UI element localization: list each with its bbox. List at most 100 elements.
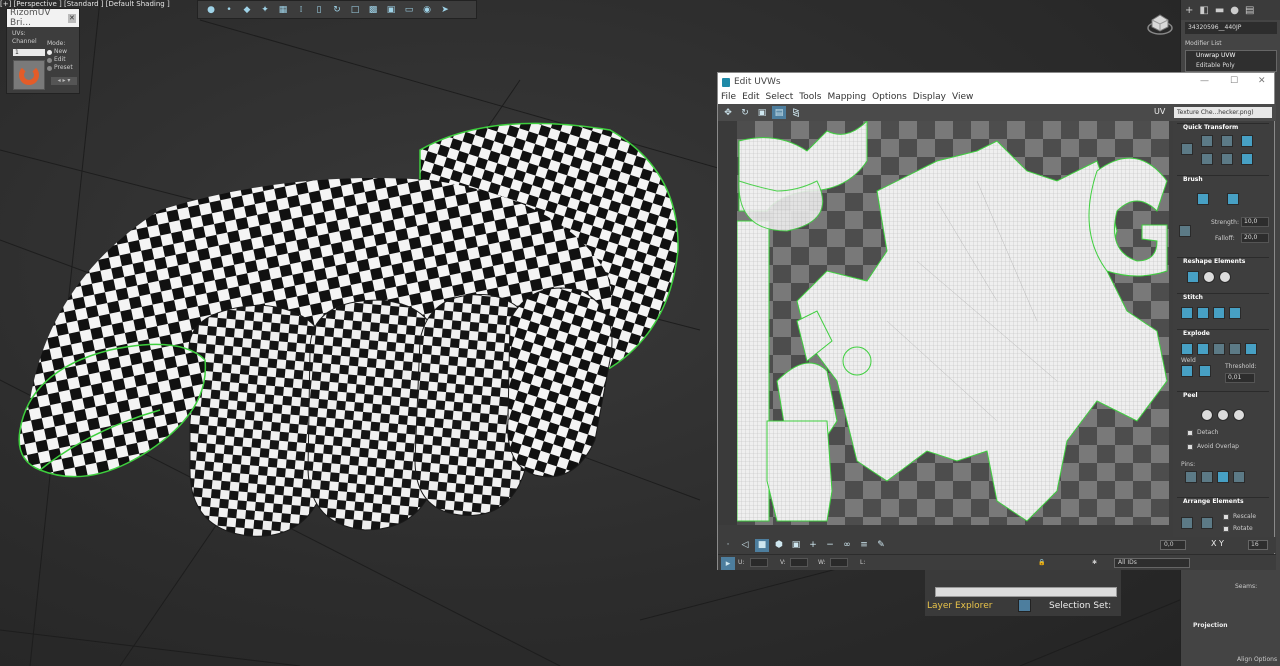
pen-icon[interactable]: ✎ — [874, 539, 888, 552]
material-id-dropdown[interactable]: All IDs — [1114, 558, 1190, 568]
brush-line-icon[interactable] — [1179, 225, 1191, 237]
absolute-mode-icon[interactable]: ▸ — [721, 557, 735, 570]
display-tab-icon[interactable]: ▤ — [1245, 5, 1254, 16]
element-icon[interactable]: ⬢ — [772, 539, 786, 552]
modifier-list-dropdown[interactable]: Modifier List — [1185, 40, 1222, 47]
quick-transform-icon[interactable] — [1201, 153, 1213, 165]
edge-icon[interactable]: ◁ — [738, 539, 752, 552]
weld-icon[interactable] — [1199, 365, 1211, 377]
reshape-elements-rollout[interactable]: Reshape Elements — [1177, 257, 1269, 267]
select-icon[interactable]: ◆ — [240, 4, 254, 16]
shrink-icon[interactable]: − — [823, 539, 837, 552]
stitch-rollout[interactable]: Stitch — [1177, 293, 1269, 303]
relax-brush-icon[interactable] — [1227, 193, 1239, 205]
box-icon[interactable]: ▣ — [384, 4, 398, 16]
explode-rollout[interactable]: Explode — [1177, 329, 1269, 339]
projection-rollout-title[interactable]: Projection — [1185, 622, 1277, 632]
frame-icon[interactable]: ▦ — [276, 4, 290, 16]
menu-edit[interactable]: Edit — [742, 91, 759, 104]
zoom-field[interactable]: 0,0 — [1160, 540, 1186, 550]
grid-icon[interactable]: ▩ — [366, 4, 380, 16]
rotate-icon[interactable]: ↻ — [738, 106, 752, 119]
straighten-icon[interactable] — [1187, 271, 1199, 283]
stitch-icon[interactable] — [1181, 307, 1193, 319]
quick-transform-icon[interactable] — [1241, 135, 1253, 147]
vertex-icon[interactable]: · — [721, 539, 735, 552]
relax-by-polygon-icon[interactable] — [1219, 271, 1231, 283]
layers-icon[interactable] — [1018, 599, 1031, 612]
relax-icon[interactable] — [1203, 271, 1215, 283]
edit-uvws-title-bar[interactable]: Edit UVWs — ☐ ✕ — [718, 73, 1274, 91]
rescale-checkbox[interactable] — [1223, 514, 1229, 520]
mode-radio-preset[interactable]: Preset — [47, 64, 73, 72]
mode-radio-new[interactable]: New — [47, 48, 73, 56]
falloff-spinner[interactable]: 20,0 — [1241, 233, 1269, 243]
explode-icon[interactable] — [1197, 343, 1209, 355]
viewcube-icon[interactable] — [1146, 10, 1174, 36]
quick-transform-icon[interactable] — [1221, 135, 1233, 147]
brush-icon[interactable] — [1197, 193, 1209, 205]
dot-icon[interactable]: • — [222, 4, 236, 16]
ring-icon[interactable]: ≡ — [857, 539, 871, 552]
mirror-icon[interactable]: ⧎ — [789, 106, 803, 119]
motion-tab-icon[interactable]: ● — [1230, 5, 1239, 16]
preset-arrows[interactable]: ◂ ▸ ▾ — [51, 77, 77, 85]
rotate-icon[interactable]: ↻ — [330, 4, 344, 16]
u-field[interactable] — [750, 558, 768, 567]
explode-icon[interactable] — [1229, 343, 1241, 355]
rizomuv-title-bar[interactable]: RizomUV Bri... ✕ — [7, 8, 79, 28]
weld-icon[interactable] — [1181, 365, 1193, 377]
maximize-icon[interactable]: ☐ — [1230, 76, 1238, 86]
polygon-icon[interactable]: ■ — [755, 538, 769, 552]
stitch-icon[interactable] — [1213, 307, 1225, 319]
uv-label[interactable]: UV — [1154, 107, 1165, 116]
explode-icon[interactable] — [1213, 343, 1225, 355]
rizomuv-logo-button[interactable] — [13, 60, 45, 90]
stitch-icon[interactable] — [1197, 307, 1209, 319]
w-field[interactable] — [830, 558, 848, 567]
freeze-icon[interactable]: ✱ — [1092, 559, 1097, 566]
modifier-unwrap-uvw[interactable]: Unwrap UVW — [1186, 51, 1276, 61]
fist-model[interactable] — [10, 110, 690, 550]
bars-icon[interactable]: ⁞ — [294, 4, 308, 16]
lock-icon[interactable]: 🔒 — [1038, 559, 1045, 566]
quick-transform-icon[interactable] — [1221, 153, 1233, 165]
threshold-spinner[interactable]: 0,01 — [1225, 373, 1255, 383]
strength-spinner[interactable]: 10,0 — [1241, 217, 1269, 227]
grow-icon[interactable]: + — [806, 539, 820, 552]
document-icon[interactable]: ▯ — [312, 4, 326, 16]
menu-select[interactable]: Select — [766, 91, 794, 104]
mode-radio-edit[interactable]: Edit — [47, 56, 73, 64]
quick-transform-icon[interactable] — [1201, 135, 1213, 147]
explode-icon[interactable] — [1245, 343, 1257, 355]
pin-icon[interactable] — [1201, 471, 1213, 483]
close-icon[interactable]: ✕ — [1258, 76, 1266, 86]
brush-icon[interactable]: ✦ — [258, 4, 272, 16]
channel-spinner[interactable]: 1 — [13, 49, 45, 56]
pack-icon[interactable] — [1201, 517, 1213, 529]
stitch-icon[interactable] — [1229, 307, 1241, 319]
v-field[interactable] — [790, 558, 808, 567]
viewport-label[interactable]: [+] [Perspective ] [Standard ] [Default … — [0, 0, 170, 8]
scale-icon[interactable]: ▣ — [755, 106, 769, 119]
layer-explorer-label[interactable]: Layer Explorer — [927, 601, 992, 611]
uv-editor-canvas[interactable] — [737, 121, 1169, 525]
square-icon[interactable]: □ — [348, 4, 362, 16]
explode-icon[interactable] — [1181, 343, 1193, 355]
peel-rollout[interactable]: Peel — [1177, 391, 1269, 401]
modifier-editable-poly[interactable]: Editable Poly — [1186, 61, 1276, 71]
modify-tab-icon[interactable]: ◧ — [1199, 5, 1208, 16]
freeform-icon[interactable]: ▤ — [772, 106, 786, 119]
arrange-elements-rollout[interactable]: Arrange Elements — [1177, 497, 1269, 507]
pin-icon[interactable] — [1185, 471, 1197, 483]
xy-label[interactable]: X Y — [1211, 539, 1224, 548]
align-icon[interactable] — [1181, 143, 1193, 155]
rotate-checkbox[interactable] — [1223, 526, 1229, 532]
loop-icon[interactable]: ∞ — [840, 539, 854, 552]
reset-peel-icon[interactable] — [1233, 409, 1245, 421]
menu-view[interactable]: View — [952, 91, 973, 104]
selection-set-label[interactable]: Selection Set: — [1049, 601, 1111, 611]
move-icon[interactable]: ✥ — [721, 106, 735, 119]
pin-icon[interactable]: ● — [204, 4, 218, 16]
quick-transform-rollout[interactable]: Quick Transform — [1177, 123, 1269, 133]
